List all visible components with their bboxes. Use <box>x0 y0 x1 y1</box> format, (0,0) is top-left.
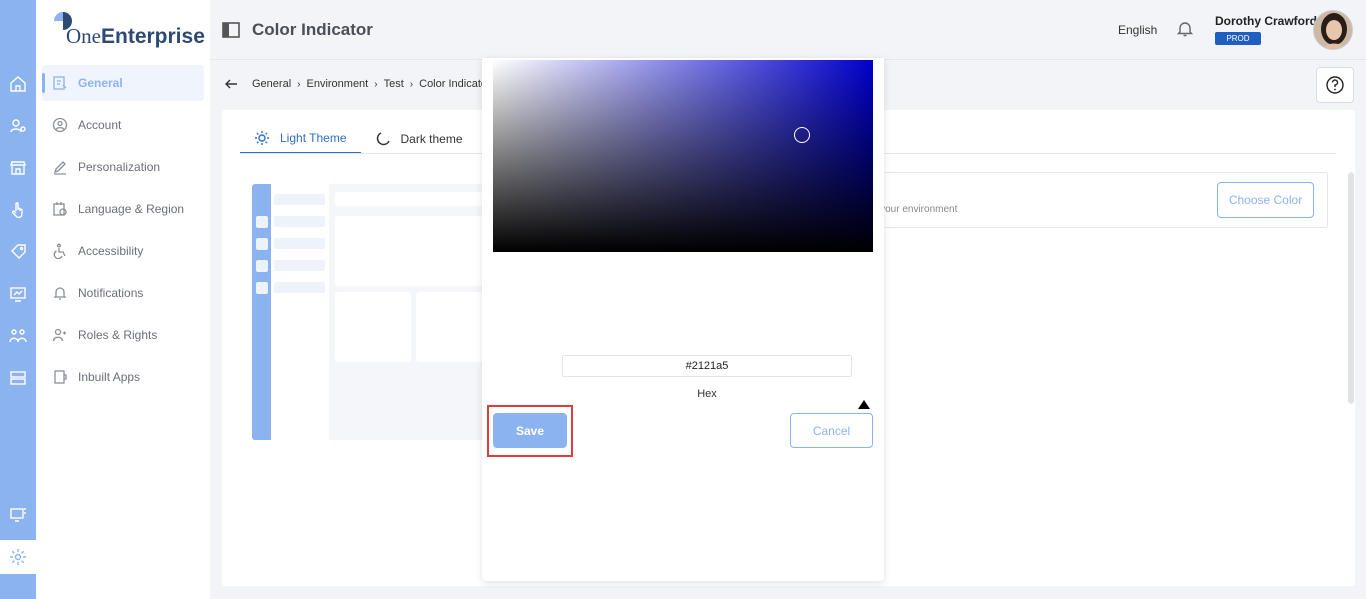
app-logo[interactable]: OneEnterprise <box>52 10 212 48</box>
save-button[interactable]: Save <box>493 413 567 448</box>
preview-main <box>329 184 492 440</box>
preview-line <box>274 238 325 249</box>
sidebar-item-accessibility[interactable]: Accessibility <box>42 233 204 269</box>
sidebar-item-general[interactable]: General <box>42 65 204 101</box>
sidebar-item-label: Language & Region <box>78 202 185 216</box>
chevron-right-icon: › <box>374 78 378 90</box>
scrollbar[interactable] <box>1348 172 1354 404</box>
account-icon <box>52 117 68 133</box>
preview-block <box>335 292 411 362</box>
choose-color-button[interactable]: Choose Color <box>1217 182 1314 218</box>
logo-text: OneEnterprise <box>66 24 205 48</box>
wheelchair-icon <box>53 243 66 259</box>
environment-badge: PROD <box>1215 32 1261 45</box>
language-selector[interactable]: English <box>1118 23 1157 37</box>
tab-label: Dark theme <box>400 132 463 146</box>
notifications-bell-icon[interactable] <box>1176 20 1194 38</box>
breadcrumb: General › Environment › Test › Color Ind… <box>252 78 491 90</box>
sidebar-item-label: Accessibility <box>78 244 144 258</box>
avatar-image <box>1314 11 1352 49</box>
pencil-icon <box>53 161 66 175</box>
monitor-chart-icon[interactable] <box>9 285 27 303</box>
sidebar-item-label: Notifications <box>78 286 144 300</box>
general-settings-icon <box>53 76 67 90</box>
sidebar-item-account[interactable]: Account <box>42 107 204 143</box>
sun-icon <box>255 131 269 145</box>
sidebar-item-notifications[interactable]: Notifications <box>42 275 204 311</box>
sidebar-item-label: Account <box>78 118 122 132</box>
touch-icon[interactable] <box>9 201 27 219</box>
color-setting-row: r your environment Choose Color <box>872 172 1328 228</box>
icon-rail <box>0 0 36 599</box>
preview-line <box>274 260 325 271</box>
user-name[interactable]: Dorothy Crawford <box>1215 14 1317 28</box>
sidebar-item-language-region[interactable]: Language & Region <box>42 191 204 227</box>
breadcrumb-current: Color Indicator <box>419 78 491 90</box>
help-icon <box>1326 76 1344 94</box>
people-icon[interactable] <box>9 327 27 345</box>
sidebar-item-label: Inbuilt Apps <box>78 370 141 384</box>
settings-rail-item[interactable] <box>0 540 36 574</box>
monitor-icon[interactable] <box>9 506 27 524</box>
users-search-icon[interactable] <box>9 117 27 135</box>
sidebar-item-label: General <box>78 76 123 90</box>
tab-label: Light Theme <box>280 131 347 145</box>
tab-dark-theme[interactable]: Dark theme <box>361 124 477 154</box>
apps-icon <box>54 370 67 384</box>
moon-icon <box>376 132 390 146</box>
store-icon[interactable] <box>9 159 27 177</box>
hex-input[interactable]: #2121a5 <box>562 355 852 377</box>
language-icon <box>53 202 67 216</box>
avatar[interactable] <box>1313 10 1353 50</box>
preview-icon <box>256 216 268 228</box>
gear-icon <box>9 548 27 566</box>
server-icon[interactable] <box>9 369 27 387</box>
sidebar-item-personalization[interactable]: Personalization <box>42 149 204 185</box>
theme-preview <box>252 184 492 440</box>
bell-icon <box>53 287 67 300</box>
theme-tabs: Light Theme Dark theme <box>240 124 477 154</box>
preview-line <box>274 216 325 227</box>
preview-icon <box>256 238 268 250</box>
sidebar-item-inbuilt-apps[interactable]: Inbuilt Apps <box>42 359 204 395</box>
chevron-right-icon: › <box>409 78 414 90</box>
saturation-value-area[interactable] <box>493 60 873 252</box>
chevron-right-icon: › <box>297 78 301 90</box>
back-arrow-icon[interactable] <box>224 77 238 91</box>
sidebar: OneEnterprise General Account Personaliz… <box>36 0 210 599</box>
toggle-sidebar-icon[interactable] <box>222 22 240 38</box>
preview-icon <box>256 282 268 294</box>
top-header: Color Indicator English Dorothy Crawford… <box>210 0 1366 60</box>
sidebar-item-label: Personalization <box>78 160 161 174</box>
breadcrumb-item[interactable]: Environment <box>306 78 368 90</box>
tag-icon[interactable] <box>9 243 27 261</box>
preview-line <box>274 194 325 205</box>
color-picker-popup: #2121a5 Hex Save Cancel <box>482 58 884 581</box>
sidebar-item-label: Roles & Rights <box>78 328 158 342</box>
preview-block <box>416 292 486 362</box>
preview-line <box>274 282 325 293</box>
breadcrumb-item[interactable]: General <box>252 78 291 90</box>
cancel-button[interactable]: Cancel <box>790 413 873 448</box>
sidebar-item-roles-rights[interactable]: Roles & Rights <box>42 317 204 353</box>
breadcrumb-item[interactable]: Test <box>384 78 404 90</box>
page-title: Color Indicator <box>252 20 373 39</box>
color-setting-description: r your environment <box>874 204 958 215</box>
sidebar-nav: General Account Personalization Language… <box>42 65 204 401</box>
color-cursor-handle[interactable] <box>794 127 810 143</box>
help-button[interactable] <box>1316 67 1354 103</box>
tab-light-theme[interactable]: Light Theme <box>240 124 361 154</box>
roles-icon <box>52 328 66 342</box>
preview-icon <box>256 260 268 272</box>
preview-block <box>335 192 485 206</box>
preview-block <box>335 216 485 286</box>
hex-label: Hex <box>697 388 717 400</box>
home-icon[interactable] <box>9 75 27 93</box>
format-toggle-arrow-icon[interactable] <box>858 400 870 409</box>
